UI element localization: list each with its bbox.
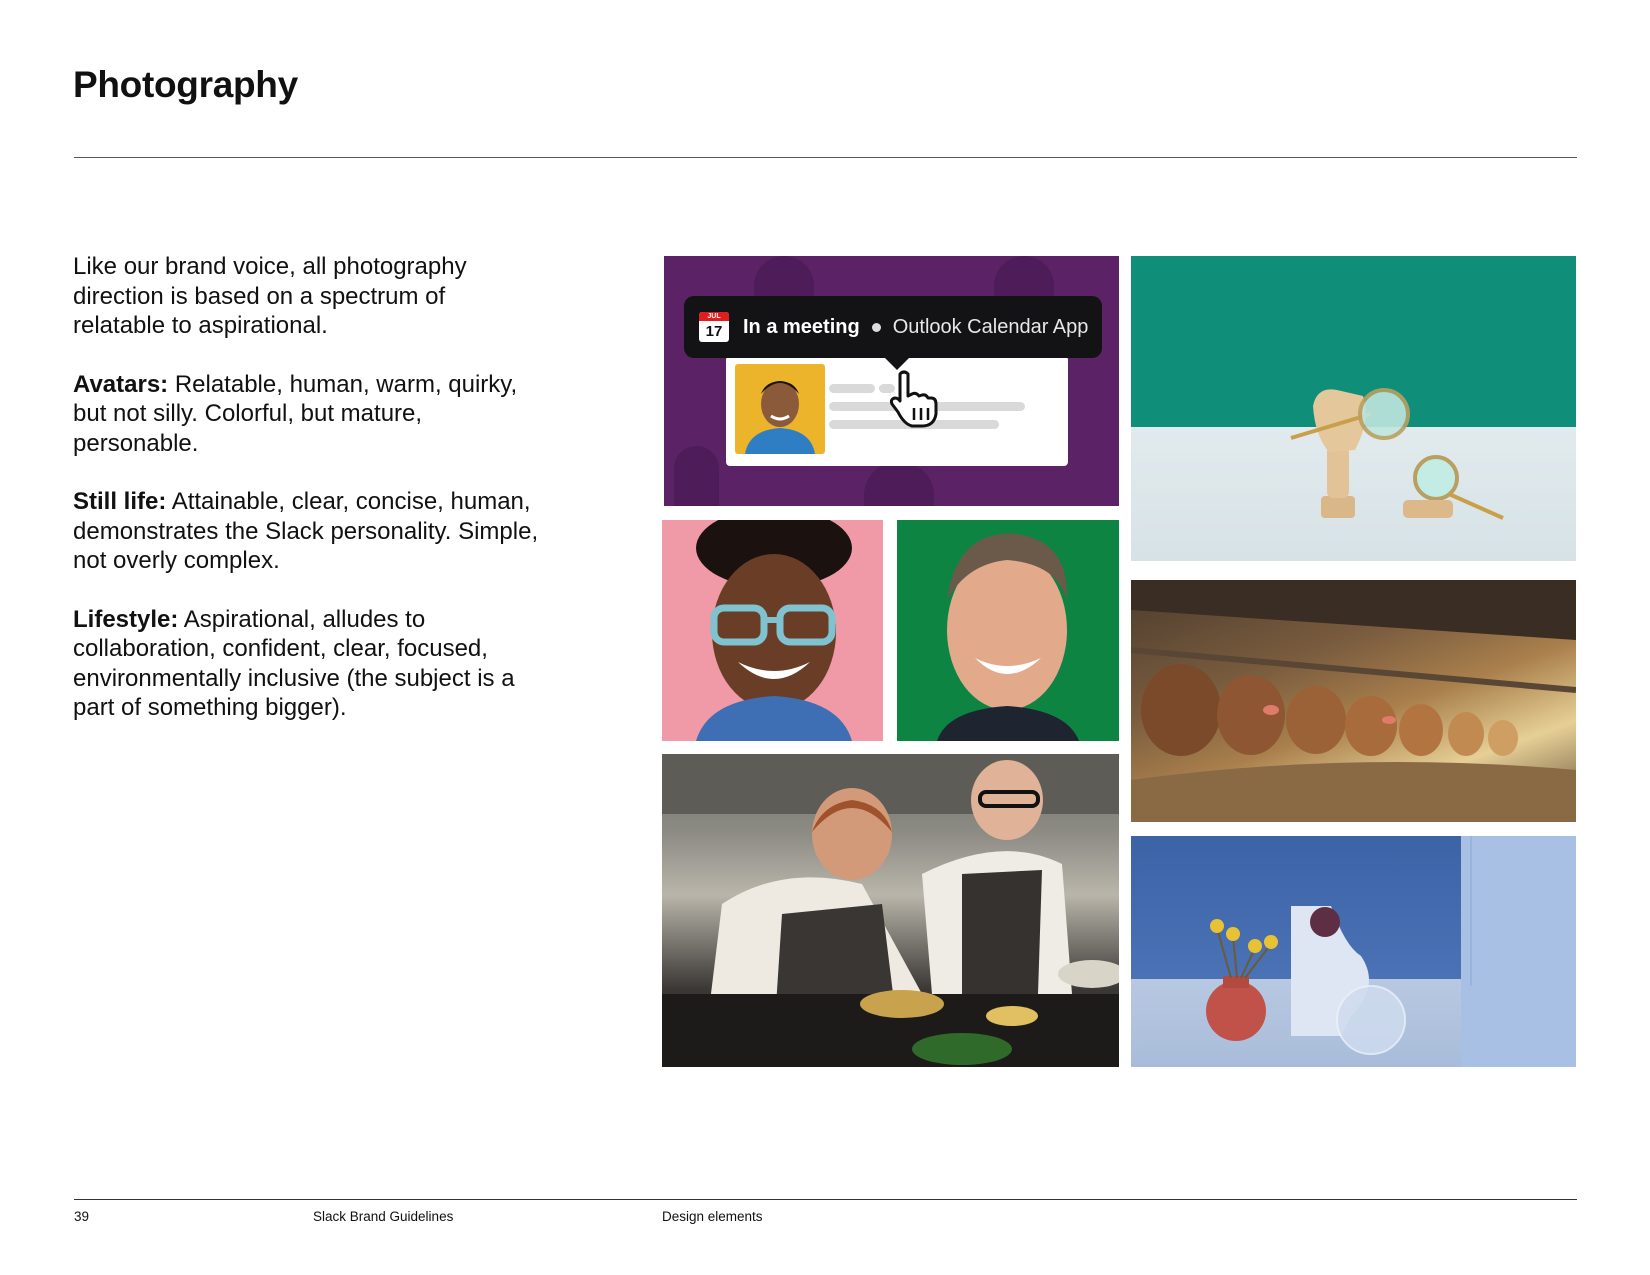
avatars-label: Avatars: bbox=[73, 370, 169, 398]
vase-sculpture-image bbox=[1206, 836, 1576, 1067]
slack-status-ui-image: JUL 17 In a meeting Outlook Calendar App bbox=[664, 256, 1119, 506]
status-tooltip: JUL 17 In a meeting Outlook Calendar App bbox=[684, 296, 1102, 370]
status-text: In a meeting bbox=[743, 315, 860, 338]
intro-paragraph: Like our brand voice, all photography di… bbox=[73, 253, 467, 339]
background-shape bbox=[864, 461, 934, 506]
body-copy: Like our brand voice, all photography di… bbox=[73, 252, 543, 752]
footer-section: Design elements bbox=[662, 1209, 763, 1224]
calendar-day: 17 bbox=[705, 323, 723, 340]
calendar-month: JUL bbox=[699, 312, 729, 321]
app-name: Outlook Calendar App bbox=[892, 315, 1089, 338]
avatar-photo-man bbox=[897, 520, 1119, 741]
header-divider bbox=[74, 157, 1577, 158]
lifestyle-label: Lifestyle: bbox=[73, 605, 179, 633]
lifestyle-photo-cows bbox=[1131, 580, 1576, 822]
user-avatar bbox=[735, 364, 825, 454]
dairy-barn-image bbox=[1131, 580, 1576, 822]
portrait-man-image bbox=[937, 533, 1079, 741]
page-title: Photography bbox=[73, 64, 298, 105]
avatar-photo-woman bbox=[662, 520, 883, 741]
message-card bbox=[726, 356, 1068, 466]
still-life-label: Still life: bbox=[73, 488, 167, 515]
avatars-paragraph: Avatars: Relatable, human, warm, quirky,… bbox=[73, 370, 543, 459]
page-number: 39 bbox=[74, 1209, 90, 1224]
separator-dot bbox=[871, 322, 881, 332]
wooden-hand-magnifier-image bbox=[1290, 388, 1504, 520]
still-life-photo-vase bbox=[1131, 836, 1576, 1067]
person-icon bbox=[745, 381, 815, 454]
footer-divider bbox=[74, 1199, 1577, 1200]
background-shape bbox=[674, 446, 719, 506]
chefs-cooking-image bbox=[662, 754, 1119, 1067]
still-life-photo-magnifier bbox=[1131, 256, 1576, 561]
lifestyle-paragraph: Lifestyle: Aspirational, alludes to coll… bbox=[73, 605, 543, 723]
still-life-paragraph: Still life: Attainable, clear, concise, … bbox=[73, 487, 543, 576]
lifestyle-photo-chefs bbox=[662, 754, 1119, 1067]
calendar-icon: JUL 17 bbox=[699, 312, 729, 342]
background-shape bbox=[754, 256, 814, 296]
portrait-woman-image bbox=[696, 520, 852, 741]
text-placeholder-bar bbox=[829, 384, 875, 393]
hand-cursor-icon bbox=[886, 368, 946, 439]
background-shape bbox=[994, 256, 1054, 296]
footer-doc-title: Slack Brand Guidelines bbox=[313, 1209, 454, 1224]
